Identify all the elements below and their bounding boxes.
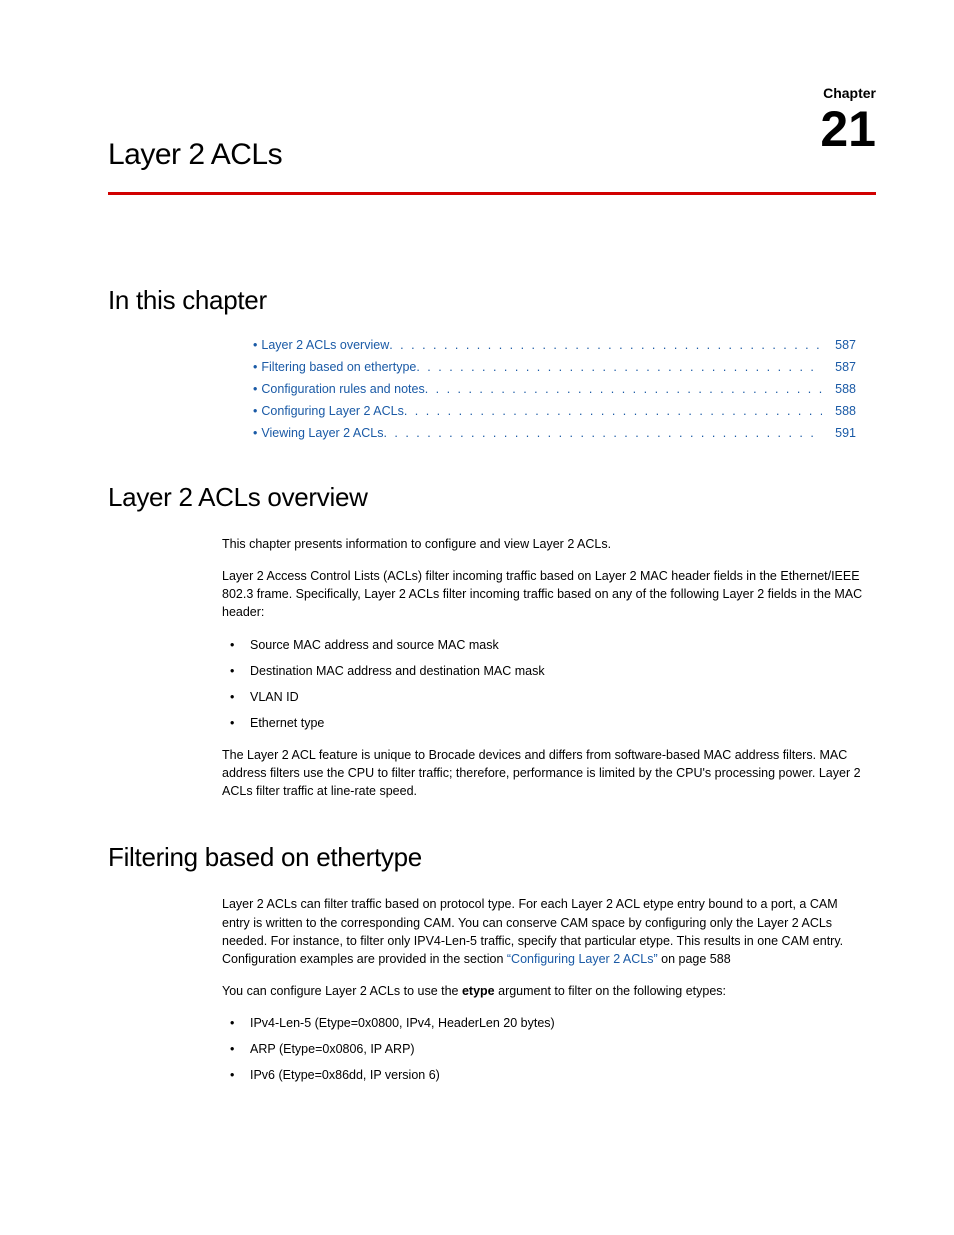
bullet-icon: • bbox=[253, 382, 257, 396]
list-item: Destination MAC address and destination … bbox=[222, 662, 866, 680]
field-list: Source MAC address and source MAC mask D… bbox=[222, 636, 866, 733]
toc-item[interactable]: • Viewing Layer 2 ACLs 591 bbox=[253, 426, 856, 440]
list-item: IPv6 (Etype=0x86dd, IP version 6) bbox=[222, 1066, 866, 1084]
xref-link[interactable]: “Configuring Layer 2 ACLs” bbox=[507, 952, 658, 966]
toc-page: 588 bbox=[822, 382, 856, 396]
list-item: ARP (Etype=0x0806, IP ARP) bbox=[222, 1040, 866, 1058]
heading-in-this-chapter: In this chapter bbox=[108, 285, 876, 316]
toc-label: Filtering based on ethertype bbox=[261, 360, 416, 374]
text: argument to filter on the following etyp… bbox=[495, 984, 726, 998]
list-item: Source MAC address and source MAC mask bbox=[222, 636, 866, 654]
toc-page: 591 bbox=[822, 426, 856, 440]
heading-filtering: Filtering based on ethertype bbox=[108, 842, 876, 873]
paragraph: You can configure Layer 2 ACLs to use th… bbox=[222, 982, 866, 1000]
toc-leader bbox=[425, 382, 822, 396]
toc: • Layer 2 ACLs overview 587 • Filtering … bbox=[253, 338, 856, 440]
etype-list: IPv4-Len-5 (Etype=0x0800, IPv4, HeaderLe… bbox=[222, 1014, 866, 1084]
title-rule bbox=[108, 192, 876, 195]
toc-label: Viewing Layer 2 ACLs bbox=[261, 426, 383, 440]
toc-page: 587 bbox=[822, 338, 856, 352]
chapter-label: Chapter bbox=[823, 86, 876, 100]
toc-label: Configuring Layer 2 ACLs bbox=[261, 404, 403, 418]
list-item: VLAN ID bbox=[222, 688, 866, 706]
paragraph: Layer 2 Access Control Lists (ACLs) filt… bbox=[222, 567, 866, 621]
toc-page: 587 bbox=[822, 360, 856, 374]
paragraph: This chapter presents information to con… bbox=[222, 535, 866, 553]
bullet-icon: • bbox=[253, 426, 257, 440]
text: on page 588 bbox=[658, 952, 731, 966]
toc-leader bbox=[389, 338, 822, 352]
toc-item[interactable]: • Layer 2 ACLs overview 587 bbox=[253, 338, 856, 352]
toc-label: Configuration rules and notes bbox=[261, 382, 424, 396]
toc-leader bbox=[416, 360, 822, 374]
paragraph: Layer 2 ACLs can filter traffic based on… bbox=[222, 895, 866, 968]
text: You can configure Layer 2 ACLs to use th… bbox=[222, 984, 462, 998]
bullet-icon: • bbox=[253, 404, 257, 418]
toc-page: 588 bbox=[822, 404, 856, 418]
toc-leader bbox=[404, 404, 822, 418]
bullet-icon: • bbox=[253, 360, 257, 374]
heading-overview: Layer 2 ACLs overview bbox=[108, 482, 876, 513]
bullet-icon: • bbox=[253, 338, 257, 352]
toc-item[interactable]: • Configuration rules and notes 588 bbox=[253, 382, 856, 396]
list-item: IPv4-Len-5 (Etype=0x0800, IPv4, HeaderLe… bbox=[222, 1014, 866, 1032]
list-item: Ethernet type bbox=[222, 714, 866, 732]
toc-leader bbox=[383, 426, 822, 440]
bold-term: etype bbox=[462, 984, 495, 998]
chapter-title: Layer 2 ACLs bbox=[108, 86, 876, 192]
paragraph: The Layer 2 ACL feature is unique to Bro… bbox=[222, 746, 866, 800]
toc-label: Layer 2 ACLs overview bbox=[261, 338, 389, 352]
chapter-number: 21 bbox=[820, 104, 876, 154]
toc-item[interactable]: • Filtering based on ethertype 587 bbox=[253, 360, 856, 374]
toc-item[interactable]: • Configuring Layer 2 ACLs 588 bbox=[253, 404, 856, 418]
